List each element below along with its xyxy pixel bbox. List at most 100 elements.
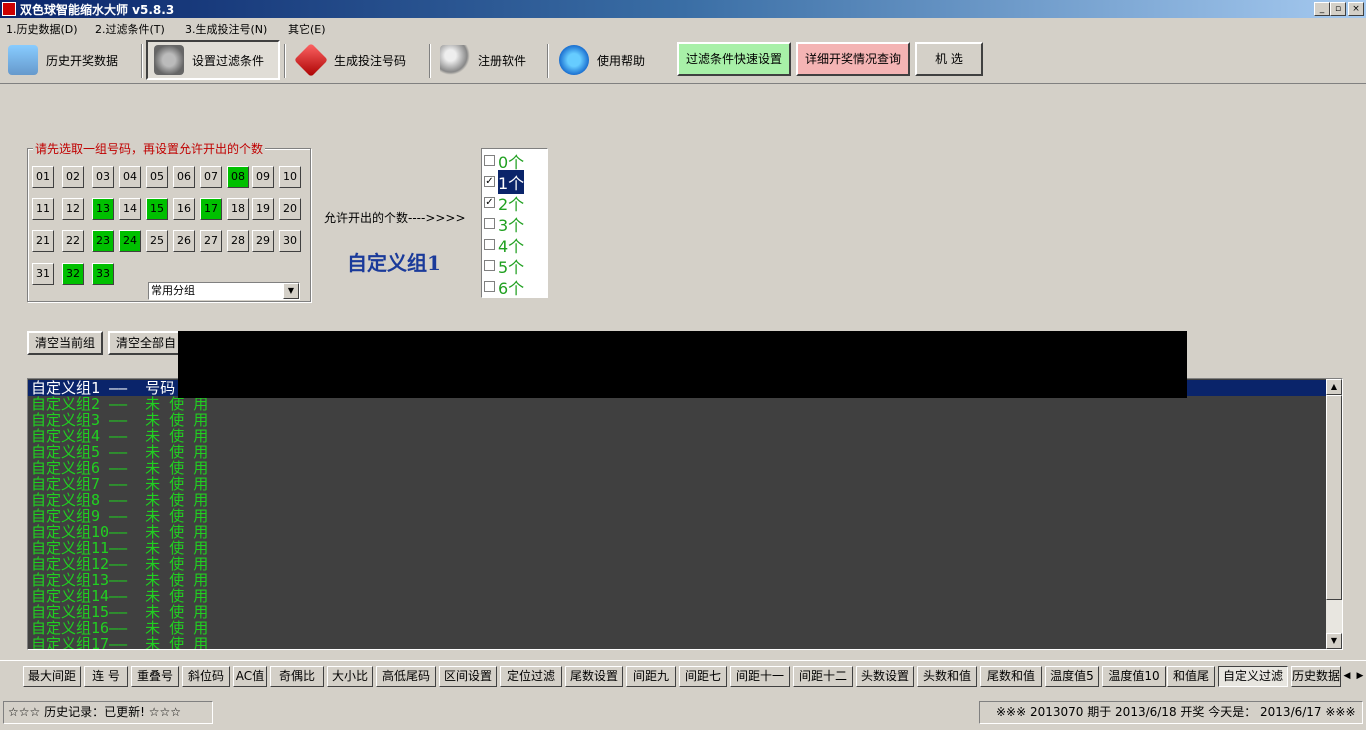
tab-filter[interactable]: AC值	[233, 666, 267, 687]
list-item[interactable]: 自定义组9 —— 未 使 用	[31, 508, 208, 524]
tab-filter[interactable]: 定位过滤	[500, 666, 562, 687]
list-item[interactable]: 自定义组13—— 未 使 用	[31, 572, 208, 588]
tab-scroll-right-icon[interactable]: ▶	[1354, 667, 1366, 686]
count-option[interactable]: 5个	[484, 255, 546, 277]
number-button-18[interactable]: 18	[227, 198, 249, 220]
number-button-31[interactable]: 31	[32, 263, 54, 285]
number-button-08[interactable]: 08	[227, 166, 249, 188]
number-button-19[interactable]: 19	[252, 198, 274, 220]
number-button-10[interactable]: 10	[279, 166, 301, 188]
number-button-20[interactable]: 20	[279, 198, 301, 220]
number-button-29[interactable]: 29	[252, 230, 274, 252]
number-button-11[interactable]: 11	[32, 198, 54, 220]
list-item[interactable]: 自定义组7 —— 未 使 用	[31, 476, 208, 492]
tab-filter[interactable]: 温度值5	[1045, 666, 1099, 687]
scroll-up-icon[interactable]: ▲	[1326, 379, 1342, 395]
list-scrollbar[interactable]: ▲ ▼	[1326, 379, 1342, 649]
number-button-12[interactable]: 12	[62, 198, 84, 220]
help-button[interactable]: 使用帮助	[553, 40, 663, 80]
number-button-09[interactable]: 09	[252, 166, 274, 188]
number-button-27[interactable]: 27	[200, 230, 222, 252]
count-option[interactable]: ✓ 2个	[484, 192, 546, 214]
tab-filter[interactable]: 奇偶比	[270, 666, 324, 687]
menu-history[interactable]: 1.历史数据(D)	[6, 21, 78, 37]
list-item[interactable]: 自定义组16—— 未 使 用	[31, 620, 208, 636]
number-button-02[interactable]: 02	[62, 166, 84, 188]
tab-filter[interactable]: 自定义过滤	[1218, 666, 1288, 687]
checkbox-icon[interactable]	[484, 155, 495, 166]
tab-filter[interactable]: 间距七	[679, 666, 727, 687]
number-button-30[interactable]: 30	[279, 230, 301, 252]
number-button-24[interactable]: 24	[119, 230, 141, 252]
tab-filter[interactable]: 连 号	[84, 666, 128, 687]
tab-filter[interactable]: 尾数和值	[980, 666, 1042, 687]
number-button-15[interactable]: 15	[146, 198, 168, 220]
list-item[interactable]: 自定义组4 —— 未 使 用	[31, 428, 208, 444]
checkbox-checked-icon[interactable]: ✓	[484, 176, 495, 187]
list-item[interactable]: 自定义组6 —— 未 使 用	[31, 460, 208, 476]
tab-filter[interactable]: 大小比	[327, 666, 373, 687]
close-button[interactable]: ×	[1348, 2, 1364, 16]
history-data-button[interactable]: 历史开奖数据	[2, 40, 138, 80]
scroll-down-icon[interactable]: ▼	[1326, 633, 1342, 649]
tab-filter[interactable]: 温度值10	[1102, 666, 1166, 687]
tab-filter[interactable]: 最大间距	[23, 666, 81, 687]
generate-numbers-button[interactable]: 生成投注号码	[290, 40, 426, 80]
number-button-32[interactable]: 32	[62, 263, 84, 285]
tab-filter[interactable]: 重叠号	[131, 666, 179, 687]
count-option[interactable]: 0个	[484, 150, 546, 172]
allowed-count-list[interactable]: 0个 ✓ 1个 ✓ 2个 3个 4个 5个 6个	[481, 148, 548, 298]
checkbox-icon[interactable]	[484, 239, 495, 250]
list-item[interactable]: 自定义组3 —— 未 使 用	[31, 412, 208, 428]
number-button-04[interactable]: 04	[119, 166, 141, 188]
random-pick-button[interactable]: 机 选	[915, 42, 983, 76]
checkbox-icon[interactable]	[484, 260, 495, 271]
count-option[interactable]: 4个	[484, 234, 546, 256]
list-item[interactable]: 自定义组10—— 未 使 用	[31, 524, 208, 540]
clear-all-groups-button[interactable]: 清空全部自	[108, 331, 185, 355]
list-item[interactable]: 自定义组12—— 未 使 用	[31, 556, 208, 572]
menu-other[interactable]: 其它(E)	[288, 21, 326, 37]
minimize-button[interactable]: _	[1314, 2, 1330, 16]
number-button-14[interactable]: 14	[119, 198, 141, 220]
count-option[interactable]: 3个	[484, 213, 546, 235]
list-item[interactable]: 自定义组15—— 未 使 用	[31, 604, 208, 620]
number-button-22[interactable]: 22	[62, 230, 84, 252]
tab-filter[interactable]: 和值尾	[1167, 666, 1215, 687]
number-button-13[interactable]: 13	[92, 198, 114, 220]
group-preset-select[interactable]: 常用分组 ▼	[148, 282, 300, 300]
tab-filter[interactable]: 区间设置	[439, 666, 497, 687]
tab-filter[interactable]: 历史数据	[1291, 666, 1341, 687]
draw-query-button[interactable]: 详细开奖情况查询	[796, 42, 910, 76]
number-button-01[interactable]: 01	[32, 166, 54, 188]
tab-filter[interactable]: 头数设置	[856, 666, 914, 687]
list-item[interactable]: 自定义组5 —— 未 使 用	[31, 444, 208, 460]
number-button-16[interactable]: 16	[173, 198, 195, 220]
custom-group-list[interactable]: 自定义组17—— 未 使 用自定义组16—— 未 使 用自定义组15—— 未 使…	[27, 378, 1343, 650]
number-button-17[interactable]: 17	[200, 198, 222, 220]
register-button[interactable]: 注册软件	[434, 40, 544, 80]
menu-generate[interactable]: 3.生成投注号(N)	[185, 21, 267, 37]
dropdown-arrow-icon[interactable]: ▼	[283, 283, 299, 299]
list-item[interactable]: 自定义组8 —— 未 使 用	[31, 492, 208, 508]
tab-filter[interactable]: 间距九	[626, 666, 676, 687]
tab-filter[interactable]: 间距十一	[730, 666, 790, 687]
checkbox-icon[interactable]	[484, 281, 495, 292]
list-item[interactable]: 自定义组11—— 未 使 用	[31, 540, 208, 556]
number-button-07[interactable]: 07	[200, 166, 222, 188]
checkbox-checked-icon[interactable]: ✓	[484, 197, 495, 208]
tab-filter[interactable]: 斜位码	[182, 666, 230, 687]
tab-filter[interactable]: 间距十二	[793, 666, 853, 687]
number-button-25[interactable]: 25	[146, 230, 168, 252]
number-button-03[interactable]: 03	[92, 166, 114, 188]
list-item[interactable]: 自定义组2 —— 未 使 用	[31, 396, 208, 412]
number-button-06[interactable]: 06	[173, 166, 195, 188]
scrollbar-thumb[interactable]	[1326, 395, 1342, 600]
checkbox-icon[interactable]	[484, 218, 495, 229]
list-item[interactable]: 自定义组17—— 未 使 用	[31, 636, 208, 649]
restore-button[interactable]: ▫	[1330, 2, 1346, 16]
tab-filter[interactable]: 高低尾码	[376, 666, 436, 687]
count-option[interactable]: ✓ 1个	[484, 169, 546, 194]
count-option[interactable]: 6个	[484, 276, 546, 298]
number-button-26[interactable]: 26	[173, 230, 195, 252]
